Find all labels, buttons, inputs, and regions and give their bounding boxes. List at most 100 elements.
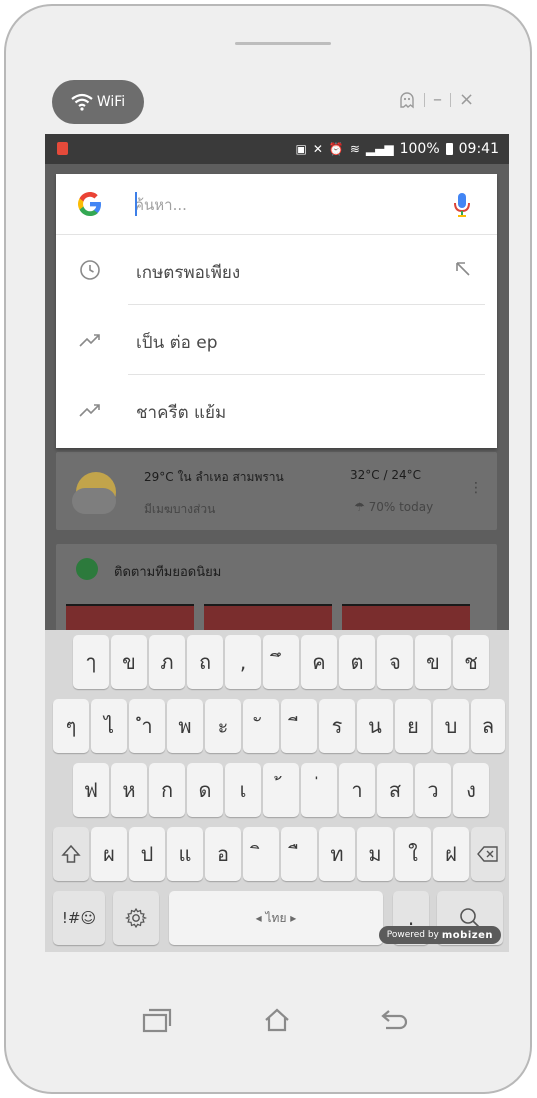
thai-keyboard: ๅ ข ภ ถ , ึ ค ต จ ข ช ๆ ไ ำ พ ะ ั ี ร น …	[45, 630, 509, 952]
key[interactable]: พ	[167, 699, 203, 753]
more-icon[interactable]: ⋮	[469, 480, 483, 496]
key[interactable]: ช	[453, 635, 489, 689]
close-icon[interactable]: ×	[459, 91, 474, 109]
key[interactable]: ๆ	[53, 699, 89, 753]
weather-condition: มีเมฆบางส่วน	[144, 502, 216, 516]
key[interactable]: ่	[301, 763, 337, 817]
separator	[424, 93, 425, 107]
key[interactable]: ื	[281, 827, 317, 881]
key[interactable]: ึ	[263, 635, 299, 689]
key[interactable]: ว	[415, 763, 451, 817]
history-icon	[80, 260, 100, 280]
key[interactable]: ย	[395, 699, 431, 753]
wifi-signal-icon: ≋	[349, 142, 360, 156]
key[interactable]: ข	[415, 635, 451, 689]
navigation-bar	[0, 996, 537, 1056]
key[interactable]: ้	[263, 763, 299, 817]
key[interactable]: ท	[319, 827, 355, 881]
key[interactable]: ถ	[187, 635, 223, 689]
key[interactable]: ฝ	[433, 827, 469, 881]
key[interactable]: ใ	[395, 827, 431, 881]
key[interactable]: า	[339, 763, 375, 817]
search-bar	[56, 174, 497, 235]
key[interactable]: ไ	[91, 699, 127, 753]
key[interactable]: ิ	[243, 827, 279, 881]
key[interactable]: ค	[301, 635, 337, 689]
backspace-key[interactable]	[471, 827, 505, 881]
powered-by-label: Powered by	[386, 930, 439, 940]
search-suggestions-panel: เกษตรพอเพียง เป็น ต่อ ep ชาครีต แย้ม	[56, 174, 497, 448]
cell-signal-icon: ▂▄▆	[365, 142, 394, 156]
alarm-icon: ⏰	[328, 142, 344, 156]
recent-apps-button[interactable]	[137, 1000, 177, 1040]
app-notification-icon	[57, 142, 68, 155]
wifi-label: WiFi	[96, 94, 126, 110]
device-screen: ▣ ✕ ⏰ ≋ ▂▄▆ 100% 09:41 29°C ใน ลำเหอ สาม…	[45, 134, 509, 952]
window-controls: – ×	[398, 88, 474, 112]
settings-key[interactable]	[113, 891, 159, 945]
key[interactable]: บ	[433, 699, 469, 753]
weather-card[interactable]: 29°C ใน ลำเหอ สามพราน มีเมฆบางส่วน 32°C …	[56, 452, 497, 530]
weather-rain: ☂ 70% today	[354, 500, 434, 514]
key[interactable]: ข	[111, 635, 147, 689]
recent-apps-icon	[142, 1008, 172, 1033]
keyboard-row-2: ๆ ไ ำ พ ะ ั ี ร น ย บ ล	[45, 694, 509, 758]
key[interactable]: ต	[339, 635, 375, 689]
google-logo-icon	[78, 192, 101, 216]
shift-key[interactable]	[53, 827, 89, 881]
mic-icon[interactable]	[451, 190, 473, 220]
key[interactable]: ฟ	[73, 763, 109, 817]
battery-icon	[445, 143, 453, 155]
key[interactable]: ส	[377, 763, 413, 817]
key[interactable]: ำ	[129, 699, 165, 753]
key[interactable]: ก	[149, 763, 185, 817]
key[interactable]: ป	[129, 827, 165, 881]
keyboard-row-4: ผ ป แ อ ิ ื ท ม ใ ฝ	[45, 822, 509, 886]
search-input[interactable]	[134, 192, 434, 218]
back-icon	[381, 1010, 408, 1030]
key[interactable]: น	[357, 699, 393, 753]
key[interactable]: ม	[357, 827, 393, 881]
status-bar: ▣ ✕ ⏰ ≋ ▂▄▆ 100% 09:41	[45, 134, 509, 164]
key[interactable]: ภ	[149, 635, 185, 689]
key[interactable]: ห	[111, 763, 147, 817]
wifi-button[interactable]: WiFi	[52, 80, 144, 124]
suggestion-item[interactable]: เกษตรพอเพียง	[56, 235, 497, 305]
key[interactable]: ,	[225, 635, 261, 689]
ghost-icon[interactable]	[398, 91, 416, 109]
weather-hi-lo: 32°C / 24°C	[350, 468, 421, 482]
key[interactable]: ผ	[91, 827, 127, 881]
key[interactable]: ง	[453, 763, 489, 817]
back-button[interactable]	[375, 1000, 415, 1040]
suggestion-item[interactable]: เป็น ต่อ ep	[56, 305, 497, 375]
minimize-icon[interactable]: –	[433, 91, 442, 109]
suggestion-item[interactable]: ชาครีต แย้ม	[56, 375, 497, 445]
key[interactable]: ร	[319, 699, 355, 753]
key[interactable]: เ	[225, 763, 261, 817]
gear-icon	[125, 907, 147, 929]
key[interactable]: ๅ	[73, 635, 109, 689]
key[interactable]: ะ	[205, 699, 241, 753]
key[interactable]: อ	[205, 827, 241, 881]
clock: 09:41	[458, 141, 499, 157]
space-key[interactable]: ◂ ไทย ▸	[169, 891, 383, 945]
home-icon	[265, 1008, 289, 1032]
key[interactable]: ด	[187, 763, 223, 817]
key[interactable]: ี	[281, 699, 317, 753]
key[interactable]: แ	[167, 827, 203, 881]
trending-icon	[79, 404, 100, 417]
home-button[interactable]	[257, 1000, 297, 1040]
keyboard-row-1: ๅ ข ภ ถ , ึ ค ต จ ข ช	[45, 630, 509, 694]
battery-percent: 100%	[399, 141, 440, 157]
suggestion-text: เป็น ต่อ ep	[136, 333, 218, 353]
key[interactable]: ล	[471, 699, 505, 753]
cloud-icon	[72, 488, 116, 514]
rain-value: 70% today	[368, 500, 434, 514]
key[interactable]: ั	[243, 699, 279, 753]
fill-query-arrow-icon[interactable]	[453, 259, 473, 279]
backspace-icon	[477, 846, 498, 862]
key[interactable]: จ	[377, 635, 413, 689]
symbols-key[interactable]: !#☺	[53, 891, 105, 945]
weather-location: 29°C ใน ลำเหอ สามพราน	[144, 470, 284, 484]
text-cursor	[135, 192, 137, 216]
